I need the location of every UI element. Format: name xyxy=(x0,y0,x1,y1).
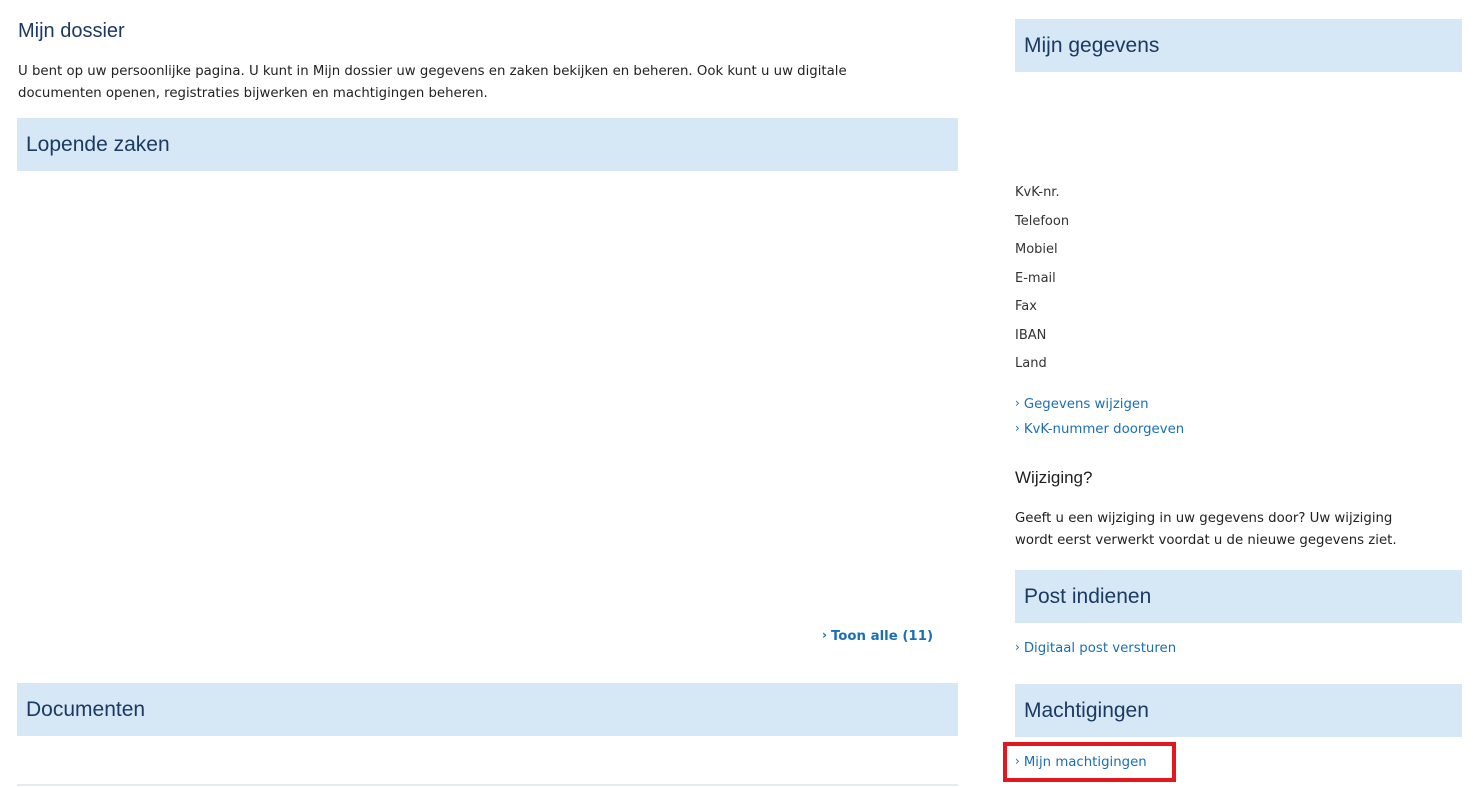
digitaal-post-label: Digitaal post versturen xyxy=(1023,641,1177,656)
post-indienen-title: Post indienen xyxy=(1024,584,1152,608)
kvk-doorgeven-link[interactable]: › KvK-nummer doorgeven xyxy=(1015,421,1185,437)
lopende-zaken-header: Lopende zaken xyxy=(17,118,958,171)
wijziging-line-2: wordt eerst verwerkt voordat u de nieuwe… xyxy=(1015,533,1397,548)
chevron-right-icon: › xyxy=(1015,754,1020,768)
lopende-zaken-title: Lopende zaken xyxy=(26,132,170,156)
field-iban: IBAN xyxy=(1015,328,1047,343)
field-fax: Fax xyxy=(1015,299,1037,314)
wijziging-title: Wijziging? xyxy=(1015,468,1093,487)
documenten-title: Documenten xyxy=(26,697,146,721)
machtigingen-header: Machtigingen xyxy=(1015,684,1462,737)
post-indienen-header: Post indienen xyxy=(1015,570,1462,623)
kvk-doorgeven-label: KvK-nummer doorgeven xyxy=(1023,422,1185,437)
gegevens-wijzigen-link[interactable]: › Gegevens wijzigen xyxy=(1015,396,1149,412)
intro-line-2: documenten openen, registraties bijwerke… xyxy=(18,86,488,101)
intro-line-1: U bent op uw persoonlijke pagina. U kunt… xyxy=(18,64,847,79)
mijn-gegevens-header: Mijn gegevens xyxy=(1015,19,1462,72)
wijziging-text: Geeft u een wijziging in uw gegevens doo… xyxy=(1015,508,1465,552)
field-mobiel: Mobiel xyxy=(1015,242,1058,257)
mijn-gegevens-title: Mijn gegevens xyxy=(1024,33,1160,57)
field-land: Land xyxy=(1015,356,1047,371)
intro-text: U bent op uw persoonlijke pagina. U kunt… xyxy=(18,61,968,105)
gegevens-wijzigen-label: Gegevens wijzigen xyxy=(1023,397,1149,412)
chevron-right-icon: › xyxy=(822,628,827,642)
field-telefoon: Telefoon xyxy=(1015,214,1070,229)
documenten-divider xyxy=(17,784,958,786)
field-kvk: KvK-nr. xyxy=(1015,185,1060,200)
toon-alle-link[interactable]: › Toon alle (11) xyxy=(822,628,934,644)
field-email: E-mail xyxy=(1015,271,1056,286)
wijziging-line-1: Geeft u een wijziging in uw gegevens doo… xyxy=(1015,511,1393,526)
chevron-right-icon: › xyxy=(1015,421,1020,435)
machtigingen-title: Machtigingen xyxy=(1024,698,1149,722)
digitaal-post-link[interactable]: › Digitaal post versturen xyxy=(1015,640,1177,656)
documenten-header: Documenten xyxy=(17,683,958,736)
mijn-machtigingen-link[interactable]: › Mijn machtigingen xyxy=(1015,754,1147,770)
chevron-right-icon: › xyxy=(1015,396,1020,410)
mijn-machtigingen-label: Mijn machtigingen xyxy=(1023,755,1147,770)
toon-alle-label: Toon alle (11) xyxy=(830,629,934,644)
chevron-right-icon: › xyxy=(1015,640,1020,654)
page-title: Mijn dossier xyxy=(18,20,125,42)
